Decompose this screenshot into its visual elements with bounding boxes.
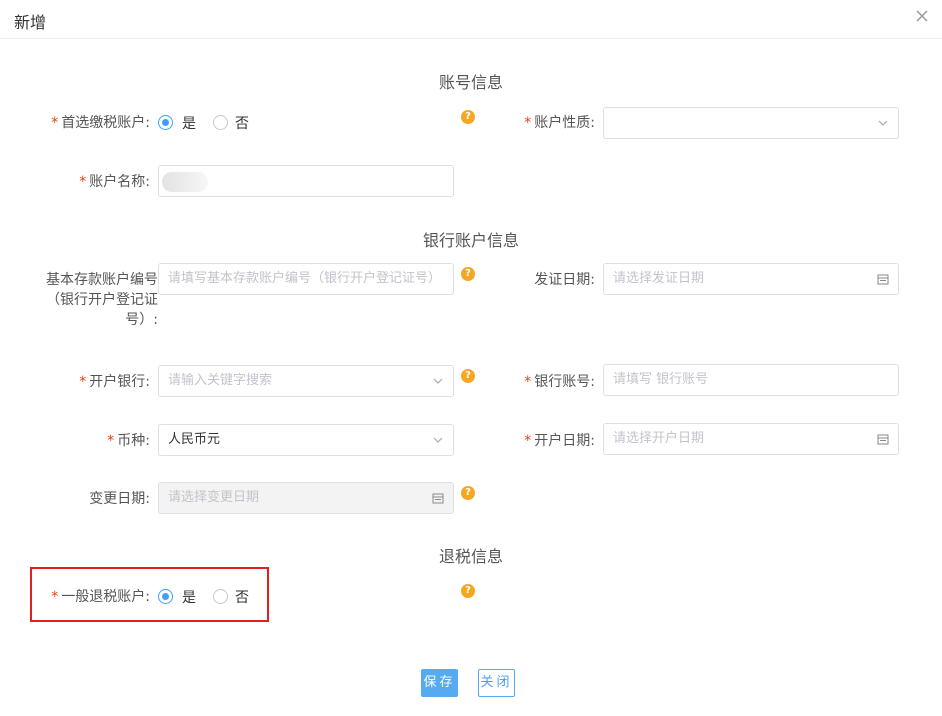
account-nature-label: * 账户性质: <box>524 115 595 131</box>
general-refund-yes-label[interactable]: 是 <box>182 587 196 607</box>
preferred-tax-no-radio[interactable] <box>213 115 228 130</box>
general-refund-no-radio[interactable] <box>213 589 228 604</box>
section-title-account: 账号信息 <box>438 73 503 92</box>
help-icon[interactable]: ? <box>461 267 475 281</box>
section-title-bank: 银行账户信息 <box>422 231 519 250</box>
preferred-tax-yes-radio[interactable] <box>158 115 173 130</box>
calendar-icon <box>877 274 889 285</box>
help-icon[interactable]: ? <box>461 584 475 598</box>
opening-date-input[interactable]: 请选择开户日期 <box>603 423 899 455</box>
currency-select[interactable]: 人民币元 <box>158 424 454 456</box>
preferred-tax-no-label[interactable]: 否 <box>235 113 249 133</box>
change-date-label: 变更日期: <box>89 491 150 507</box>
general-refund-label: * 一般退税账户: <box>51 589 150 605</box>
redacted-value <box>162 172 208 192</box>
bank-account-no-label: * 银行账号: <box>524 374 595 390</box>
dialog-title: 新增 <box>14 13 47 32</box>
chevron-down-icon <box>433 437 443 443</box>
calendar-icon <box>432 493 444 504</box>
close-icon[interactable] <box>914 8 930 24</box>
chevron-down-icon <box>433 378 443 384</box>
basic-deposit-no-input[interactable]: 请填写基本存款账户编号（银行开户登记证号） <box>158 263 454 295</box>
dialog-header <box>0 0 942 39</box>
opening-date-label: * 开户日期: <box>524 433 595 449</box>
preferred-tax-yes-label[interactable]: 是 <box>182 113 196 133</box>
calendar-icon <box>877 434 889 445</box>
preferred-tax-label: * 首选缴税账户: <box>51 115 150 131</box>
issue-date-label: 发证日期: <box>534 272 595 288</box>
general-refund-yes-radio[interactable] <box>158 589 173 604</box>
help-icon[interactable]: ? <box>461 369 475 383</box>
section-title-refund: 退税信息 <box>438 547 503 566</box>
required-mark: * <box>51 115 59 131</box>
basic-deposit-no-label: 基本存款账户编号（银行开户登记证号）: <box>46 272 158 328</box>
help-icon[interactable]: ? <box>461 110 475 124</box>
bank-account-no-input[interactable]: 请填写 银行账号 <box>603 364 899 396</box>
account-name-label: * 账户名称: <box>79 174 150 190</box>
general-refund-no-label[interactable]: 否 <box>235 587 249 607</box>
save-button[interactable]: 保存 <box>421 669 458 697</box>
currency-label: * 币种: <box>107 433 150 449</box>
opening-bank-select[interactable]: 请输入关键字搜索 <box>158 365 454 397</box>
close-button[interactable]: 关闭 <box>478 669 515 697</box>
issue-date-input[interactable]: 请选择发证日期 <box>603 263 899 295</box>
opening-bank-label: * 开户银行: <box>79 374 150 390</box>
account-nature-select[interactable] <box>603 107 899 139</box>
chevron-down-icon <box>878 120 888 126</box>
change-date-input[interactable]: 请选择变更日期 <box>158 482 454 514</box>
help-icon[interactable]: ? <box>461 486 475 500</box>
